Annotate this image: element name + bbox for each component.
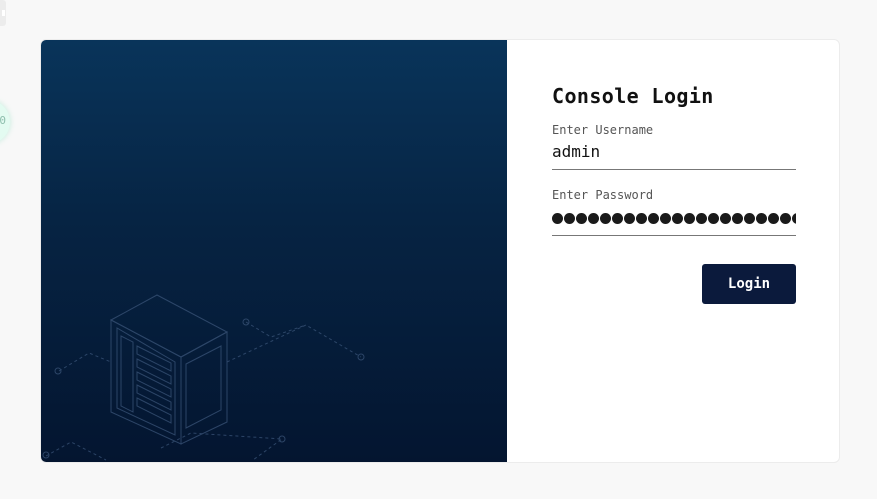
password-mask-dot	[624, 213, 635, 224]
password-mask-dot	[708, 213, 719, 224]
password-mask-dot	[564, 213, 575, 224]
password-mask-dot	[696, 213, 707, 224]
password-label: Enter Password	[552, 188, 654, 202]
password-mask-dot	[684, 213, 695, 224]
password-mask-dot	[792, 213, 796, 224]
password-mask-dot	[648, 213, 659, 224]
login-card: Console Login Enter Username Enter Passw…	[40, 39, 840, 463]
password-mask-dot	[588, 213, 599, 224]
username-group: Enter Username	[552, 123, 797, 170]
password-mask-dot	[612, 213, 623, 224]
password-mask-dot	[660, 213, 671, 224]
floating-bubble-label: 0	[0, 114, 6, 127]
hero-panel	[41, 40, 507, 462]
password-mask-dot	[600, 213, 611, 224]
password-mask-dot	[756, 213, 767, 224]
page-title: Console Login	[552, 84, 714, 108]
password-mask-dot	[720, 213, 731, 224]
login-form: Console Login Enter Username Enter Passw…	[552, 82, 797, 304]
password-mask-dot	[552, 213, 563, 224]
password-mask-dot	[744, 213, 755, 224]
password-mask-dot	[768, 213, 779, 224]
username-label: Enter Username	[552, 123, 654, 137]
password-mask-dot	[732, 213, 743, 224]
login-page: 0 Console Login Enter Username admin Ent…	[0, 0, 877, 499]
server-rack-illustration	[42, 294, 365, 461]
password-mask-dot	[780, 213, 791, 224]
login-button[interactable]: Login	[702, 264, 796, 304]
username-input[interactable]	[552, 137, 796, 170]
password-group: Enter Password	[552, 188, 797, 236]
password-mask-dot	[576, 213, 587, 224]
password-mask-dots	[552, 213, 796, 224]
password-mask-dot	[636, 213, 647, 224]
password-mask-dot	[672, 213, 683, 224]
password-input[interactable]	[552, 202, 796, 236]
floating-bubble[interactable]: 0	[0, 100, 10, 144]
edge-tab[interactable]	[0, 0, 6, 26]
